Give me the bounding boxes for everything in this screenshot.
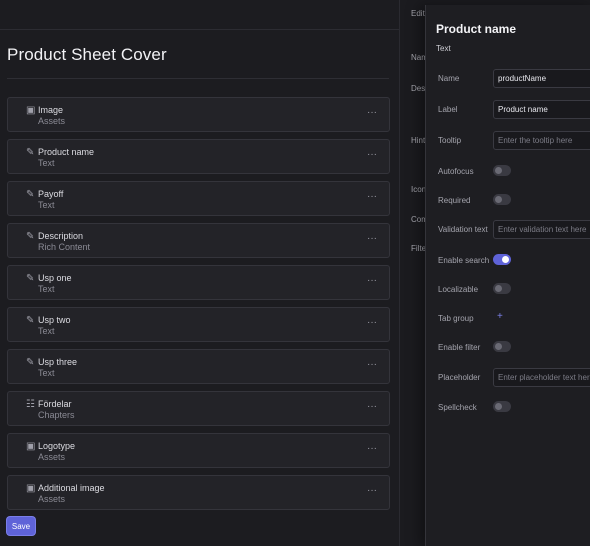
field-list-pane: Product Sheet Cover ▣ Image Assets ··· ✎ Prod… — [0, 0, 400, 546]
more-options-icon[interactable]: ··· — [367, 317, 377, 328]
enable-filter-label: Enable filter — [438, 343, 481, 352]
field-card[interactable]: ✎ Payoff Text ··· — [7, 181, 390, 216]
more-options-icon[interactable]: ··· — [367, 233, 377, 244]
divider — [0, 29, 399, 30]
save-button[interactable]: Save — [7, 517, 35, 535]
field-card[interactable]: ✎ Usp three Text ··· — [7, 349, 390, 384]
name-row: Name — [438, 69, 590, 89]
icon-label: Icon — [411, 185, 427, 194]
field-settings-panel: Product name Text Name Label Tooltip Aut… — [425, 5, 590, 546]
more-options-icon[interactable]: ··· — [367, 443, 377, 454]
field-card[interactable]: ✎ Description Rich Content ··· — [7, 223, 390, 258]
spellcheck-row: Spellcheck — [438, 398, 590, 418]
field-name: Logotype — [38, 441, 76, 451]
hint-label: Hint — [411, 136, 426, 145]
pencil-icon: ✎ — [26, 231, 35, 242]
enable-search-toggle[interactable] — [493, 254, 511, 265]
more-options-icon[interactable]: ··· — [367, 149, 377, 160]
validation-input[interactable] — [493, 220, 590, 239]
field-card[interactable]: ☷ Fördelar Chapters ··· — [7, 391, 390, 426]
field-type: Text — [38, 284, 55, 294]
pencil-icon: ✎ — [26, 315, 35, 326]
filter-label: Filte — [411, 244, 427, 253]
folder-icon: ▣ — [26, 483, 36, 494]
enable-search-row: Enable search — [438, 251, 590, 271]
name-input[interactable] — [493, 69, 590, 88]
more-options-icon[interactable]: ··· — [367, 275, 377, 286]
required-label: Required — [438, 196, 471, 205]
field-card[interactable]: ✎ Usp one Text ··· — [7, 265, 390, 300]
more-options-icon[interactable]: ··· — [367, 401, 377, 412]
field-card[interactable]: ▣ Additional image Assets ··· — [7, 475, 390, 510]
label-label: Label — [438, 105, 458, 114]
field-card[interactable]: ✎ Usp two Text ··· — [7, 307, 390, 342]
field-name: Usp two — [38, 315, 71, 325]
required-row: Required — [438, 191, 590, 211]
field-type: Assets — [38, 116, 66, 126]
field-name: Usp one — [38, 273, 72, 283]
label-input[interactable] — [493, 100, 590, 119]
field-type: Text — [38, 200, 55, 210]
folder-icon: ▣ — [26, 105, 36, 116]
pencil-icon: ✎ — [26, 147, 35, 158]
required-toggle[interactable] — [493, 194, 511, 205]
pencil-icon: ✎ — [26, 273, 35, 284]
folder-icon: ▣ — [26, 441, 36, 452]
field-list: ▣ Image Assets ··· ✎ Product name Text ··· ✎ Payo… — [7, 97, 390, 517]
more-options-icon[interactable]: ··· — [367, 485, 377, 496]
more-options-icon[interactable]: ··· — [367, 191, 377, 202]
more-options-icon[interactable]: ··· — [367, 107, 377, 118]
localizable-label: Localizable — [438, 285, 479, 294]
field-type: Text — [38, 326, 55, 336]
pencil-icon: ✎ — [26, 357, 35, 368]
name-label: Name — [438, 74, 460, 83]
autofocus-row: Autofocus — [438, 162, 590, 182]
spellcheck-toggle[interactable] — [493, 401, 511, 412]
enable-filter-toggle[interactable] — [493, 341, 511, 352]
validation-label: Validation text — [438, 225, 488, 234]
tooltip-input[interactable] — [493, 131, 590, 150]
field-name: Payoff — [38, 189, 64, 199]
placeholder-row: Placeholder — [438, 368, 590, 388]
field-name: Image — [38, 105, 64, 115]
field-card[interactable]: ✎ Product name Text ··· — [7, 139, 390, 174]
field-name: Additional image — [38, 483, 105, 493]
field-type: Text — [38, 158, 55, 168]
label-row: Label — [438, 100, 590, 120]
autofocus-toggle[interactable] — [493, 165, 511, 176]
add-tab-group-button[interactable]: + — [497, 311, 503, 322]
localizable-row: Localizable — [438, 280, 590, 300]
field-card[interactable]: ▣ Logotype Assets ··· — [7, 433, 390, 468]
field-card[interactable]: ▣ Image Assets ··· — [7, 97, 390, 132]
enable-search-label: Enable search — [438, 256, 490, 265]
validation-row: Validation text — [438, 220, 590, 240]
field-type: Rich Content — [38, 242, 91, 252]
field-type: Assets — [38, 452, 66, 462]
localizable-toggle[interactable] — [493, 283, 511, 294]
field-name: Usp three — [38, 357, 78, 367]
field-name: Product name — [38, 147, 95, 157]
tooltip-label: Tooltip — [438, 136, 462, 145]
field-type: Chapters — [38, 410, 75, 420]
tab-group-row: Tab group + — [438, 309, 590, 329]
autofocus-label: Autofocus — [438, 167, 474, 176]
tooltip-row: Tooltip — [438, 131, 590, 151]
tab-group-label: Tab group — [438, 314, 474, 323]
panel-field-type: Text — [436, 44, 451, 53]
divider — [7, 78, 389, 79]
field-name: Description — [38, 231, 84, 241]
enable-filter-row: Enable filter — [438, 338, 590, 358]
edit-label: Edit — [411, 9, 425, 18]
pencil-icon: ✎ — [26, 189, 35, 200]
placeholder-label: Placeholder — [438, 373, 481, 382]
more-options-icon[interactable]: ··· — [367, 359, 377, 370]
field-type: Text — [38, 368, 55, 378]
placeholder-input[interactable] — [493, 368, 590, 387]
chapters-icon: ☷ — [26, 399, 35, 410]
field-name: Fördelar — [38, 399, 72, 409]
panel-title: Product name — [436, 22, 517, 36]
page-title: Product Sheet Cover — [7, 45, 167, 64]
field-type: Assets — [38, 494, 66, 504]
spellcheck-label: Spellcheck — [438, 403, 477, 412]
